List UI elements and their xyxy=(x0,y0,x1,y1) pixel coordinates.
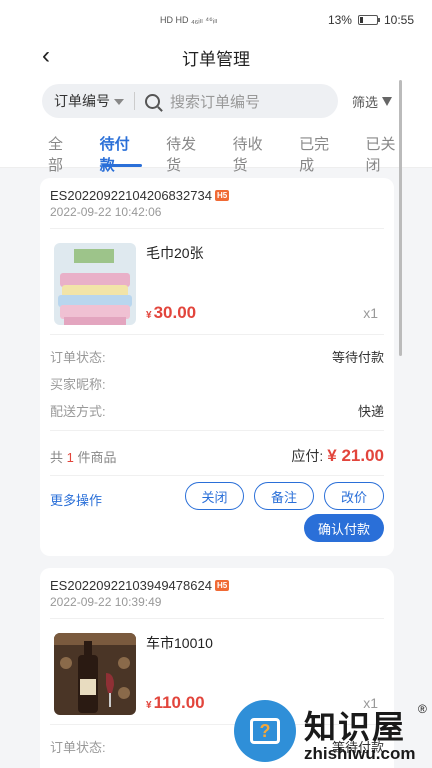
amount-due: 应付: ¥ 21.00 xyxy=(291,446,384,466)
page-title: 订单管理 xyxy=(182,49,250,69)
h5-badge: H5 xyxy=(214,190,230,201)
change-price-button[interactable]: 改价 xyxy=(324,482,384,510)
goods-name: 毛巾20张 xyxy=(146,245,204,261)
price-value: 110.00 xyxy=(153,693,205,712)
wine-product-image xyxy=(54,633,136,715)
goods-price: ¥110.00 xyxy=(146,693,205,713)
count-suffix: 件商品 xyxy=(77,449,117,465)
order-number: ES20220922104206832734 xyxy=(50,188,212,203)
total-row: 共 1 件商品 应付: ¥ 21.00 xyxy=(40,431,394,475)
order-time: 2022-09-22 10:42:06 xyxy=(50,205,162,219)
goods-name: 车市10010 xyxy=(146,635,213,651)
order-status-label: 订单状态: xyxy=(50,350,106,365)
status-tabs: 全部 待付款 待发货 待收货 已完成 已关闭 xyxy=(0,128,432,174)
goods-row[interactable]: 毛巾20张 ¥30.00 x1 xyxy=(40,229,394,334)
order-status-label: 订单状态: xyxy=(50,740,106,755)
order-info: 订单状态: 等待付款 买家昵称: 配送方式: 快递 xyxy=(40,335,394,424)
price-value: 30.00 xyxy=(153,303,197,322)
back-arrow-icon[interactable]: ‹ xyxy=(42,44,50,68)
search-input[interactable]: 搜索订单编号 xyxy=(170,91,260,112)
filter-label: 筛选 xyxy=(352,94,379,110)
confirm-payment-button[interactable]: 确认付款 xyxy=(304,514,384,542)
tab-pending-payment[interactable]: 待付款 xyxy=(100,133,144,174)
order-time: 2022-09-22 10:39:49 xyxy=(50,595,162,609)
buyer-row: 买家昵称: xyxy=(50,370,384,397)
signal-icon: HD HD ₄₆ᵢₗₗ ⁴⁶ᵢₗₗ xyxy=(160,14,218,25)
currency-symbol: ¥ xyxy=(146,700,152,711)
battery-icon xyxy=(357,15,380,25)
battery-percent: 13% xyxy=(327,13,352,27)
order-number-row: ES20220922104206832734 H5 xyxy=(40,178,394,203)
nav-bar: ‹ 订单管理 xyxy=(0,40,432,74)
watermark-brand: 知识屋 xyxy=(304,709,407,745)
count-value: 1 xyxy=(66,449,74,465)
status-bar: HD HD ₄₆ᵢₗₗ ⁴⁶ᵢₗₗ 13% 10:55 xyxy=(0,0,432,40)
status-right: 13% 10:55 xyxy=(328,13,414,27)
order-status-value: 等待付款 xyxy=(331,350,384,365)
count-prefix: 共 xyxy=(50,449,64,465)
search-row: 订单编号 搜索订单编号 筛选 xyxy=(0,74,432,128)
search-type-select[interactable]: 订单编号 xyxy=(54,91,124,111)
order-management-screen: HD HD ₄₆ᵢₗₗ ⁴⁶ᵢₗₗ 13% 10:55 ‹ 订单管理 订单编号 … xyxy=(0,0,432,768)
delivery-value: 快递 xyxy=(357,404,384,419)
amount-due-label: 应付: xyxy=(291,448,324,464)
more-actions-link[interactable]: 更多操作 xyxy=(50,490,102,509)
clock: 10:55 xyxy=(383,13,414,27)
scrollbar[interactable] xyxy=(399,80,402,356)
header-area: HD HD ₄₆ᵢₗₗ ⁴⁶ᵢₗₗ 13% 10:55 ‹ 订单管理 订单编号 … xyxy=(0,0,432,174)
question-icon: ? xyxy=(250,718,280,744)
tab-completed[interactable]: 已完成 xyxy=(299,133,343,174)
search-type-label: 订单编号 xyxy=(54,93,110,109)
tab-pending-receipt[interactable]: 待收货 xyxy=(233,133,277,174)
chevron-down-icon xyxy=(114,99,124,105)
signal-icons: HD HD ₄₆ᵢₗₗ ⁴⁶ᵢₗₗ xyxy=(160,15,217,26)
divider xyxy=(134,92,135,110)
delivery-row: 配送方式: 快递 xyxy=(50,397,384,424)
currency-symbol: ¥ xyxy=(146,310,152,321)
towel-product-image xyxy=(54,243,136,325)
close-order-button[interactable]: 关闭 xyxy=(185,482,244,510)
buyer-label: 买家昵称: xyxy=(50,377,106,392)
delivery-label: 配送方式: xyxy=(50,404,106,419)
goods-quantity: x1 xyxy=(363,305,378,321)
site-watermark: ? 知识屋 ® zhishiwu.com xyxy=(232,700,432,768)
remark-button[interactable]: 备注 xyxy=(254,482,314,510)
search-icon xyxy=(145,93,160,109)
order-actions: 更多操作 关闭 备注 改价 确认付款 xyxy=(40,476,394,556)
h5-badge: H5 xyxy=(214,580,230,591)
order-number-row: ES20220922103949478624 H5 xyxy=(40,568,394,593)
goods-price: ¥30.00 xyxy=(146,303,196,323)
order-status-row: 订单状态: 等待付款 xyxy=(50,343,384,370)
tab-pending-shipment[interactable]: 待发货 xyxy=(166,133,210,174)
amount-due-value: ¥ 21.00 xyxy=(327,446,384,465)
goods-count: 共 1 件商品 xyxy=(50,447,117,466)
filter-button[interactable]: 筛选 xyxy=(352,92,393,111)
watermark-logo-icon: ? xyxy=(234,700,296,762)
watermark-registered: ® xyxy=(418,702,427,716)
watermark-url: zhishiwu.com xyxy=(304,744,416,763)
order-number: ES20220922103949478624 xyxy=(50,578,212,593)
search-box: 订单编号 搜索订单编号 xyxy=(42,84,338,118)
filter-icon xyxy=(382,96,393,106)
tab-all[interactable]: 全部 xyxy=(48,133,78,174)
order-card[interactable]: ES20220922104206832734 H5 2022-09-22 10:… xyxy=(40,178,394,556)
tab-closed[interactable]: 已关闭 xyxy=(366,133,410,174)
